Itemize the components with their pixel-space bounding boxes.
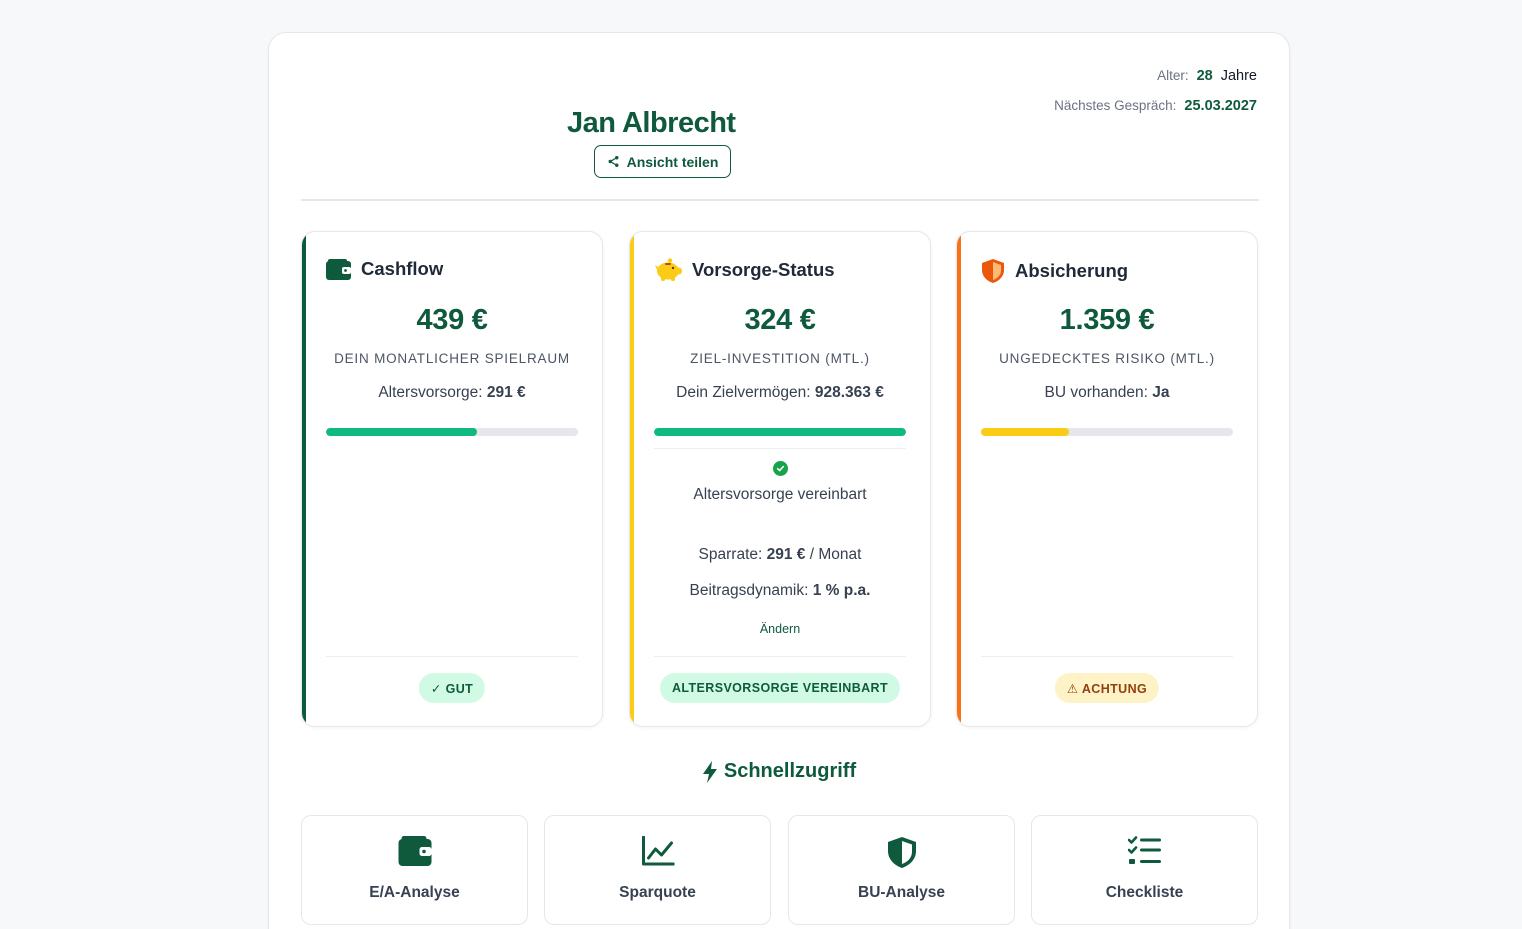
lightning-icon xyxy=(702,760,717,783)
cashflow-progress-fill xyxy=(326,428,478,436)
quick-access-title: Schnellzugriff xyxy=(723,760,857,782)
savings-rate-unit: / Monat xyxy=(809,546,862,563)
checklist-icon xyxy=(1127,836,1162,871)
cashflow-footer-divider xyxy=(326,656,578,657)
tile-ea-analyse-label: E/A-Analyse xyxy=(369,884,460,901)
savings-rate-label: Sparrate: xyxy=(698,546,763,563)
cashflow-retirement-line: Altersvorsorge: 291 € xyxy=(302,384,602,402)
quick-access-heading: Schnellzugriff xyxy=(269,760,1289,783)
vorsorge-amount: 324 € xyxy=(744,304,816,336)
absicherung-bu-line: BU vorhanden: Ja xyxy=(957,384,1257,402)
vorsorge-target-label: Dein Zielvermögen: xyxy=(676,384,811,401)
cashflow-title: Cashflow xyxy=(361,258,444,279)
vorsorge-inner-divider xyxy=(654,448,906,449)
shield-icon xyxy=(887,836,917,874)
absicherung-status-badge: ⚠ ACHTUNG xyxy=(1054,673,1160,703)
tile-sparquote-label: Sparquote xyxy=(619,884,696,901)
cashflow-retirement-label: Altersvorsorge: xyxy=(378,384,483,401)
vorsorge-title: Vorsorge-Status xyxy=(692,259,835,280)
cashflow-amount: 439 € xyxy=(416,304,488,336)
contribution-dynamics-value: 1 % p.a. xyxy=(812,582,871,599)
absicherung-card: Absicherung 1.359 € UNGEDECKTES RISIKO (… xyxy=(956,231,1258,727)
client-meta: Alter: 28 Jahre Nächstes Gespräch: 25.03… xyxy=(1054,67,1257,127)
age-row: Alter: 28 Jahre xyxy=(1054,67,1257,97)
absicherung-bu-value: Ja xyxy=(1152,384,1170,401)
absicherung-caption: UNGEDECKTES RISIKO (MTL.) xyxy=(999,351,1215,366)
wallet-icon xyxy=(398,836,431,871)
tile-sparquote[interactable]: Sparquote xyxy=(544,815,771,925)
vorsorge-progress-bar xyxy=(654,428,906,436)
absicherung-progress-fill xyxy=(981,428,1070,436)
share-icon xyxy=(608,155,619,168)
tile-checkliste[interactable]: Checkliste xyxy=(1031,815,1258,925)
absicherung-amount: 1.359 € xyxy=(1059,304,1155,336)
absicherung-header: Absicherung xyxy=(981,258,1128,284)
absicherung-bu-label: BU vorhanden: xyxy=(1044,384,1148,401)
cashflow-status-badge: ✓ GUT xyxy=(418,673,486,703)
piggy-bank-icon xyxy=(655,258,682,281)
line-chart-icon xyxy=(641,835,675,871)
absicherung-progress-bar xyxy=(981,428,1233,436)
client-name: Jan Albrecht xyxy=(567,107,736,139)
header-divider xyxy=(301,199,1259,201)
vorsorge-caption: ZIEL-INVESTITION (MTL.) xyxy=(690,351,870,366)
absicherung-footer-divider xyxy=(981,656,1233,657)
savings-rate-line: Sparrate: 291 € / Monat xyxy=(630,546,930,564)
age-unit: Jahre xyxy=(1220,68,1257,84)
age-value: 28 xyxy=(1196,68,1213,84)
next-meeting-label: Nächstes Gespräch: xyxy=(1054,98,1177,113)
retirement-agreed-text: Altersvorsorge vereinbart xyxy=(693,486,867,503)
age-label: Alter: xyxy=(1157,68,1189,83)
wallet-icon xyxy=(326,258,351,280)
vorsorge-card: Vorsorge-Status 324 € ZIEL-INVESTITION (… xyxy=(629,231,931,727)
savings-rate-value: 291 € xyxy=(766,546,806,563)
share-view-button[interactable]: Ansicht teilen xyxy=(594,145,731,178)
tile-checkliste-label: Checkliste xyxy=(1105,884,1184,901)
cashflow-progress-bar xyxy=(326,428,578,436)
cashflow-card: Cashflow 439 € DEIN MONATLICHER SPIELRAU… xyxy=(301,231,603,727)
tile-bu-analyse-label: BU-Analyse xyxy=(858,884,945,901)
next-meeting-value: 25.03.2027 xyxy=(1184,98,1257,114)
share-view-label: Ansicht teilen xyxy=(626,153,719,170)
next-meeting-row: Nächstes Gespräch: 25.03.2027 xyxy=(1054,97,1257,127)
contribution-dynamics-line: Beitragsdynamik: 1 % p.a. xyxy=(630,582,930,600)
vorsorge-footer-divider xyxy=(654,656,906,657)
vorsorge-target-value: 928.363 € xyxy=(814,384,884,401)
vorsorge-progress-fill xyxy=(654,428,906,436)
tile-ea-analyse[interactable]: E/A-Analyse xyxy=(301,815,528,925)
cashflow-caption: DEIN MONATLICHER SPIELRAUM xyxy=(334,351,570,366)
change-link[interactable]: Ändern xyxy=(630,622,930,636)
vorsorge-status-badge: ALTERSVORSORGE VEREINBART xyxy=(659,673,901,703)
cashflow-retirement-value: 291 € xyxy=(486,384,526,401)
absicherung-title: Absicherung xyxy=(1015,260,1129,281)
contribution-dynamics-label: Beitragsdynamik: xyxy=(689,582,809,599)
vorsorge-header: Vorsorge-Status xyxy=(654,258,835,282)
cashflow-header: Cashflow xyxy=(326,258,443,280)
shield-icon xyxy=(982,259,1004,283)
vorsorge-target-line: Dein Zielvermögen: 928.363 € xyxy=(630,384,930,402)
tile-bu-analyse[interactable]: BU-Analyse xyxy=(788,815,1015,925)
client-overview-card: Jan Albrecht Alter: 28 Jahre Nächstes Ge… xyxy=(268,32,1290,929)
check-circle-icon xyxy=(773,461,788,476)
